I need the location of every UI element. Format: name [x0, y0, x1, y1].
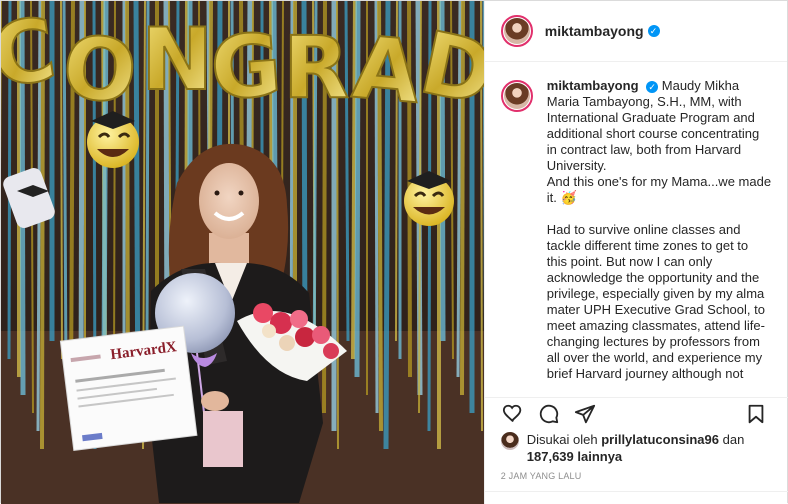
author-username[interactable]: miktambayong [545, 23, 644, 39]
likes-connector: dan [722, 432, 745, 447]
caption-avatar[interactable] [500, 80, 533, 112]
svg-text:O: O [58, 17, 141, 124]
graduation-photo: C O N G R A D HarvardX [1, 1, 484, 504]
post-photo[interactable]: C O N G R A D HarvardX [1, 1, 484, 504]
likes-prefix: Disukai oleh [526, 432, 598, 447]
caption-username[interactable]: miktambayong [547, 78, 639, 93]
harvardx-certificate: HarvardX [59, 325, 198, 451]
heart-icon [502, 404, 522, 422]
emoji-balloon-right [404, 171, 454, 226]
save-button[interactable] [740, 398, 772, 430]
caption-body: miktambayong ✓ Maudy Mikha Maria Tambayo… [547, 78, 772, 382]
caption-comment: miktambayong ✓ Maudy Mikha Maria Tambayo… [500, 78, 772, 382]
comment-button[interactable] [533, 398, 565, 430]
svg-text:R: R [283, 18, 349, 118]
likes-summary: Disukai oleh prillylatuconsina96 dan 187… [500, 431, 781, 465]
comment-icon [539, 404, 558, 423]
post-side-panel: miktambayong ✓ miktambayong ✓ Maudy Mikh… [483, 1, 788, 504]
verified-badge-icon: ✓ [646, 80, 659, 93]
verified-badge-icon: ✓ [647, 25, 660, 37]
author-avatar[interactable] [500, 15, 533, 47]
post-timestamp[interactable]: 2 JAM YANG LALU [501, 471, 582, 481]
bookmark-icon [748, 404, 764, 423]
post-actions [484, 397, 788, 430]
instagram-post: C O N G R A D HarvardX miktambayong ✓ mi… [0, 0, 788, 504]
liker-avatar[interactable] [500, 432, 519, 450]
share-button[interactable] [569, 398, 601, 430]
share-icon [574, 404, 595, 423]
comment-bar [484, 491, 788, 504]
svg-text:G: G [207, 15, 284, 120]
likes-count[interactable]: 187,639 lainnya [527, 449, 622, 464]
like-button[interactable] [497, 398, 529, 430]
emoji-balloon-left [87, 111, 139, 168]
svg-text:N: N [141, 10, 213, 110]
post-header: miktambayong ✓ [484, 1, 787, 62]
caption-area: miktambayong ✓ Maudy Mikha Maria Tambayo… [485, 62, 788, 392]
liker-username[interactable]: prillylatuconsina96 [601, 432, 719, 447]
caption-text: Maudy Mikha Maria Tambayong, S.H., MM, w… [546, 78, 772, 381]
likes-text: Disukai oleh prillylatuconsina96 dan 187… [527, 431, 745, 465]
